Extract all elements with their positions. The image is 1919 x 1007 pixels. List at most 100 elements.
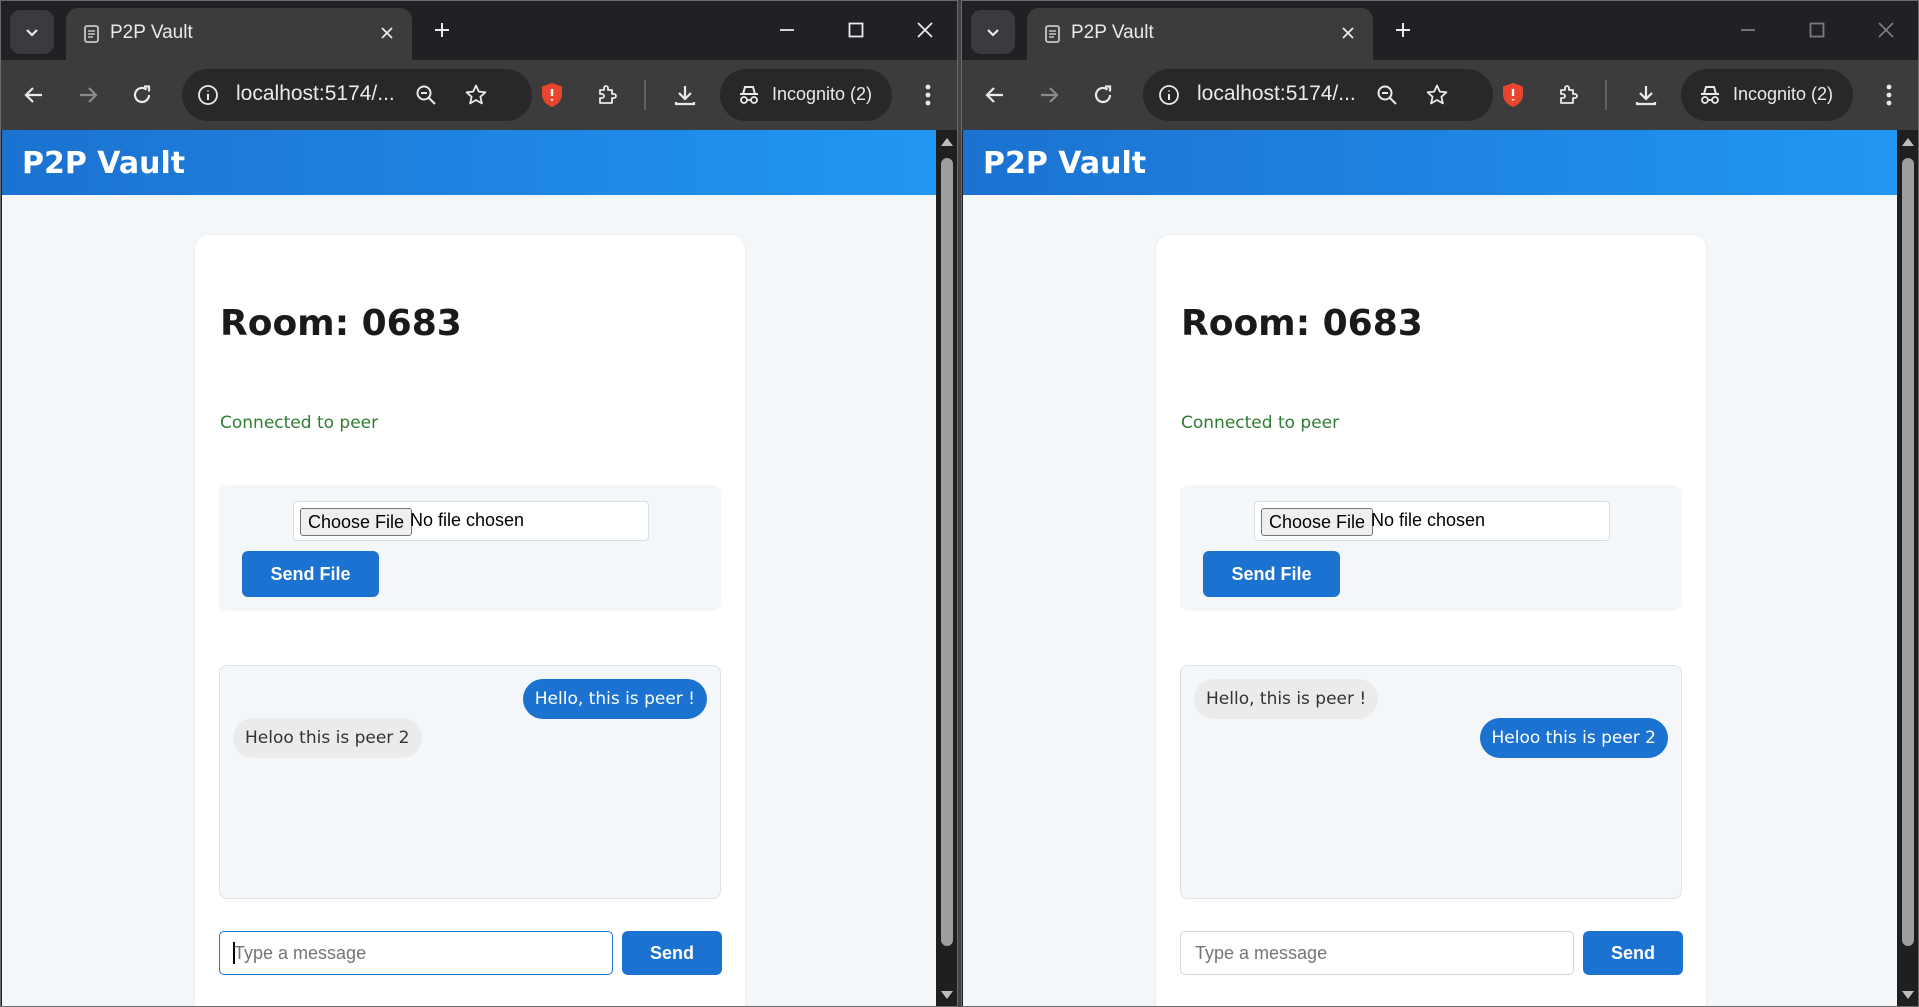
more-vertical-icon [925,84,931,106]
tab-close-button[interactable] [374,20,400,46]
reload-button[interactable] [122,75,162,115]
shield-icon [1503,83,1523,107]
incognito-icon [740,86,758,104]
page-content: P2P Vault Room: 0683 Connected to peer C… [963,130,1897,1007]
maximize-button[interactable] [834,10,878,50]
tab-search-button[interactable] [10,10,54,54]
tab-title: P2P Vault [1071,22,1154,43]
minimize-button[interactable] [765,10,809,50]
toolbar-divider [1605,80,1607,110]
maximize-icon [1809,22,1825,38]
close-icon [1878,22,1894,38]
scroll-down-arrow[interactable] [941,991,953,999]
more-vertical-icon [1886,84,1892,106]
incognito-button[interactable]: Incognito (2) [1681,69,1853,121]
chat-messages: Hello, this is peer ! Heloo this is peer… [219,665,721,899]
room-card: Room: 0683 Connected to peer Choose File… [195,235,745,1007]
forward-button[interactable] [1029,75,1069,115]
extensions-button[interactable] [588,75,628,115]
maximize-icon [848,22,864,38]
download-icon [1635,86,1657,106]
shield-icon [542,83,562,107]
vertical-scrollbar[interactable] [1897,130,1919,1007]
send-message-button[interactable]: Send [622,931,722,975]
scroll-thumb[interactable] [941,158,953,946]
incognito-label: Incognito (2) [772,84,873,104]
page-icon [1045,25,1060,43]
page-content: P2P Vault Room: 0683 Connected to peer C… [2,130,936,1007]
tab-strip: P2P Vault [0,0,958,60]
star-icon [465,84,487,105]
browser-window-right: P2P Vault localhost:5174/... Incognito (… [961,0,1919,1007]
message-bubble-outgoing: Hello, this is peer ! [522,679,707,719]
scroll-up-arrow[interactable] [941,138,953,146]
send-file-button[interactable]: Send File [1203,551,1340,597]
url-text: localhost:5174/... [1197,82,1356,105]
brave-shields-button[interactable] [1493,75,1533,115]
plus-icon [1396,23,1410,37]
close-icon [917,22,933,38]
address-bar[interactable]: localhost:5174/... [1143,69,1493,121]
close-icon [381,27,393,39]
info-icon [198,85,218,105]
room-title: Room: 0683 [1181,303,1423,344]
menu-button[interactable] [908,75,948,115]
bookmark-button[interactable] [1423,81,1451,109]
url-text: localhost:5174/... [236,82,395,105]
back-button[interactable] [975,75,1015,115]
tab-close-button[interactable] [1335,20,1361,46]
new-tab-button[interactable] [1387,14,1419,46]
downloads-button[interactable] [665,75,705,115]
new-tab-button[interactable] [426,14,458,46]
tab-active[interactable]: P2P Vault [1027,8,1373,60]
window-close-button[interactable] [1864,10,1908,50]
tab-active[interactable]: P2P Vault [66,8,412,60]
zoom-button[interactable] [1373,81,1401,109]
zoom-button[interactable] [412,81,440,109]
scroll-thumb[interactable] [1902,158,1914,946]
message-placeholder: Type a message [234,943,367,963]
bookmark-button[interactable] [462,81,490,109]
brave-shields-button[interactable] [532,75,572,115]
reload-button[interactable] [1083,75,1123,115]
app-brand: P2P Vault [983,146,1147,181]
menu-button[interactable] [1869,75,1909,115]
close-icon [1342,27,1354,39]
vertical-scrollbar[interactable] [936,130,958,1007]
site-info-button[interactable] [194,81,222,109]
scroll-down-arrow[interactable] [1902,991,1914,999]
choose-file-button[interactable]: Choose File [300,508,413,536]
room-card: Room: 0683 Connected to peer Choose File… [1156,235,1706,1007]
scroll-up-arrow[interactable] [1902,138,1914,146]
message-bubble-incoming: Heloo this is peer 2 [233,718,422,758]
file-input[interactable]: Choose File No file chosen [293,501,649,541]
choose-file-button[interactable]: Choose File [1261,508,1374,536]
app-header: P2P Vault [963,130,1897,195]
puzzle-icon [1560,85,1578,104]
tab-title: P2P Vault [110,22,193,43]
incognito-button[interactable]: Incognito (2) [720,69,892,121]
chevron-down-icon [26,29,38,37]
tab-search-button[interactable] [971,10,1015,54]
browser-window-left: P2P Vault localhost:5174/... Incognito (… [0,0,958,1007]
minimize-button[interactable] [1726,10,1770,50]
back-button[interactable] [14,75,54,115]
site-info-button[interactable] [1155,81,1183,109]
forward-button[interactable] [68,75,108,115]
file-name-text: No file chosen [1371,510,1486,530]
extensions-button[interactable] [1549,75,1589,115]
message-input[interactable]: Type a message [219,931,613,975]
maximize-button[interactable] [1795,10,1839,50]
arrow-right-icon [1041,87,1059,103]
message-input[interactable]: Type a message [1180,931,1574,975]
window-close-button[interactable] [903,10,947,50]
arrow-left-icon [24,87,42,103]
send-message-button[interactable]: Send [1583,931,1683,975]
incognito-icon [1701,86,1719,104]
send-file-button[interactable]: Send File [242,551,379,597]
address-bar[interactable]: localhost:5174/... [182,69,532,121]
downloads-button[interactable] [1626,75,1666,115]
minimize-icon [1741,29,1755,31]
file-input[interactable]: Choose File No file chosen [1254,501,1610,541]
message-bubble-outgoing: Heloo this is peer 2 [1479,718,1668,758]
